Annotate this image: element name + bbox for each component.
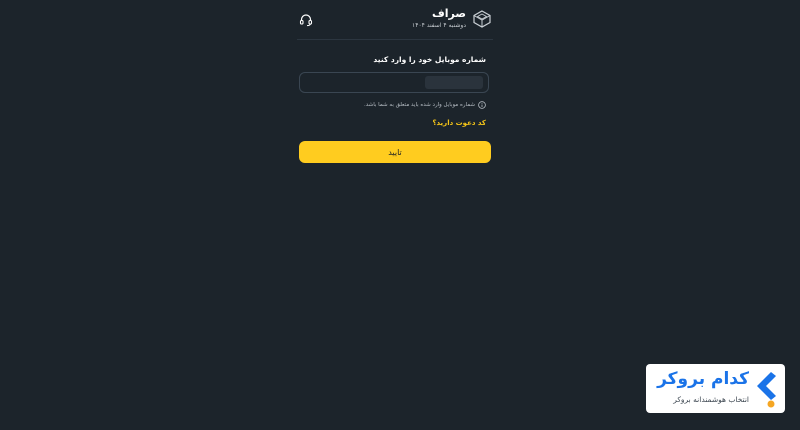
hint-text: شماره موبایل وارد شده باید متعلق به شما … — [363, 101, 475, 108]
phone-hint: شماره موبایل وارد شده باید متعلق به شما … — [364, 100, 486, 109]
brand-chevron-icon — [757, 372, 776, 408]
watermark-title: کدام بروکر — [657, 369, 749, 389]
submit-button[interactable]: تایید — [299, 141, 491, 163]
invite-code-link[interactable]: کد دعوت دارید؟ — [432, 119, 486, 127]
app-title: صراف — [431, 7, 466, 20]
login-page: صراف دوشنبه ۴ اسفند ۱۴۰۴ شماره موبایل خو… — [0, 0, 800, 430]
info-icon — [478, 100, 486, 109]
app-header: صراف دوشنبه ۴ اسفند ۱۴۰۴ — [297, 4, 493, 40]
watermark-badge: کدام بروکر انتخاب هوشمندانه بروکر — [646, 364, 785, 413]
current-date: دوشنبه ۴ اسفند ۱۴۰۴ — [412, 22, 466, 29]
phone-input-box[interactable] — [299, 72, 489, 93]
headset-icon[interactable] — [299, 13, 313, 27]
phone-label: شماره موبایل خود را وارد کنید — [373, 55, 486, 64]
cube-logo-icon — [473, 10, 491, 28]
watermark-subtitle: انتخاب هوشمندانه بروکر — [673, 395, 749, 404]
phone-input[interactable] — [304, 75, 488, 92]
